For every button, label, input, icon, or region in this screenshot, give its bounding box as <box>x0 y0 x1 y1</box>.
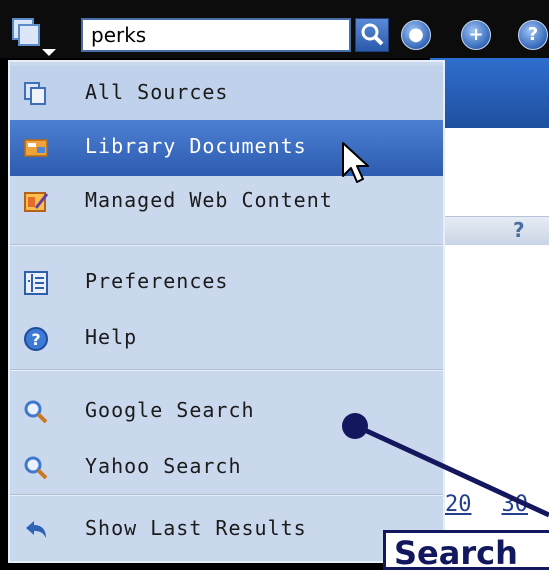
annotation-line <box>354 423 549 518</box>
annotation-callout: Search <box>383 530 549 570</box>
annotation-dot <box>342 413 368 439</box>
app-background: ? 20 30 perks ● + ? All Sources Library … <box>0 0 549 570</box>
